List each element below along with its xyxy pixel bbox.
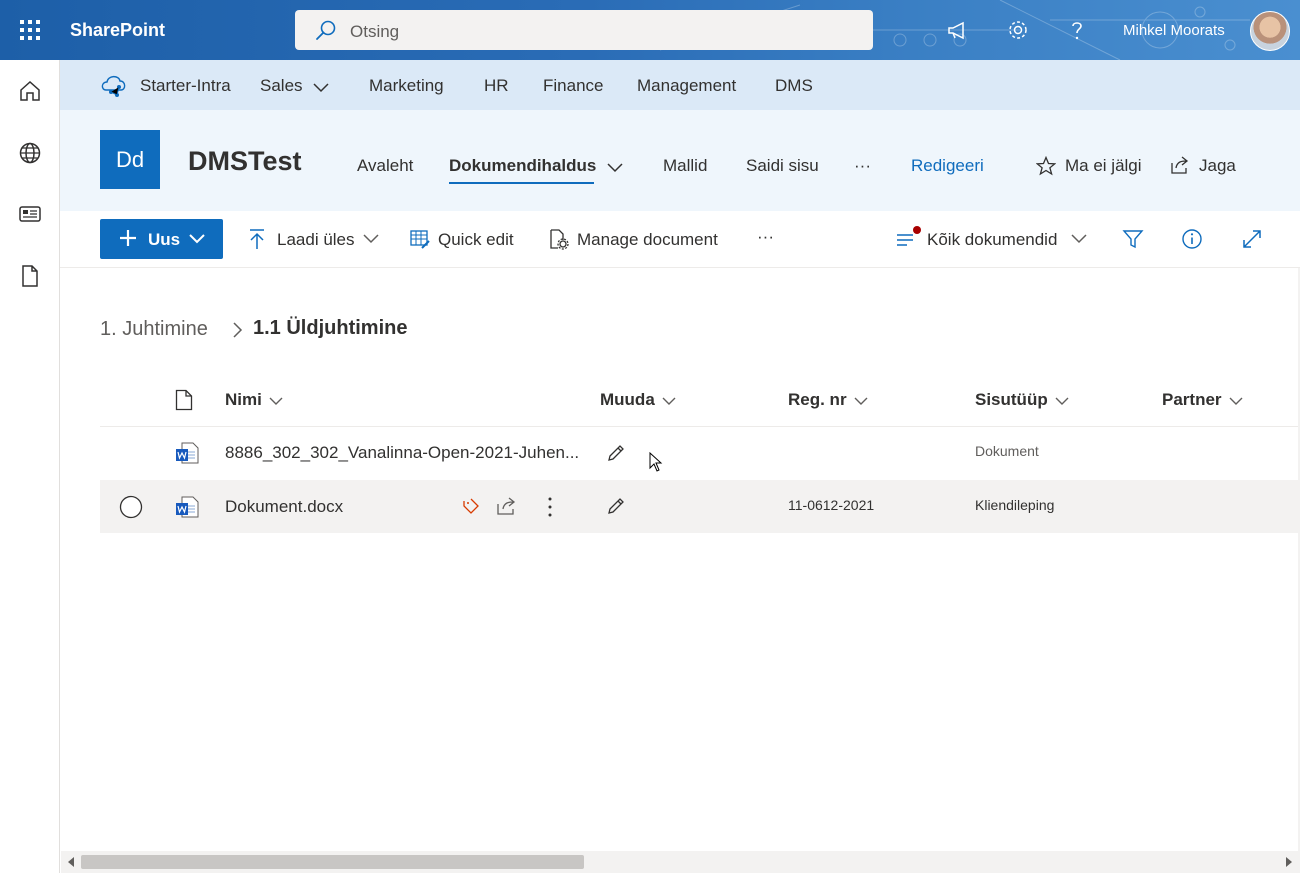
chevron-down-icon[interactable] [312, 81, 330, 93]
quick-edit-grid-icon[interactable] [409, 228, 431, 250]
column-header-muuda[interactable]: Muuda [600, 390, 677, 410]
site-logo[interactable]: Dd [100, 130, 160, 189]
share-icon[interactable] [496, 495, 518, 517]
mouse-cursor-icon [649, 452, 663, 472]
news-icon[interactable] [18, 202, 42, 226]
site-nav-saidi-sisu[interactable]: Saidi sisu [746, 156, 819, 176]
chevron-down-icon [189, 234, 205, 244]
site-nav-dokumendihaldus[interactable]: Dokumendihaldus [449, 156, 596, 176]
pencil-edit-icon[interactable] [606, 443, 626, 463]
word-document-icon [176, 442, 199, 464]
file-name-link[interactable]: Dokument.docx [225, 497, 343, 517]
star-icon[interactable] [1036, 156, 1056, 176]
file-name-link[interactable]: 8886_302_302_Vanalinna-Open-2021-Juhen..… [225, 443, 579, 463]
site-nav-avaleht[interactable]: Avaleht [357, 156, 413, 176]
settings-gear-icon[interactable] [1006, 18, 1030, 42]
breadcrumb-parent[interactable]: 1. Juhtimine [100, 318, 208, 341]
reg-nr-cell: 11-0612-2021 [788, 497, 875, 513]
column-header-label: Partner [1162, 390, 1222, 409]
chevron-down-icon[interactable] [1070, 232, 1088, 244]
help-icon[interactable] [1065, 18, 1089, 42]
hub-navigation: Starter-Intra Sales Marketing HR Finance… [60, 60, 1300, 110]
scrollbar-thumb[interactable] [81, 855, 584, 869]
row-select-checkbox[interactable] [119, 495, 143, 519]
column-header-partner[interactable]: Partner [1162, 390, 1244, 410]
suite-bar: SharePoint Otsing Mihkel Moorats [0, 0, 1300, 60]
quick-edit-button[interactable]: Quick edit [438, 230, 514, 250]
site-title[interactable]: DMSTest [188, 146, 302, 177]
hub-item-starter-intra[interactable]: Starter-Intra [140, 76, 231, 96]
hub-item-finance[interactable]: Finance [543, 76, 603, 96]
column-header-label: Nimi [225, 390, 262, 409]
chevron-down-icon [1229, 397, 1243, 405]
app-launcher-icon[interactable] [18, 18, 42, 42]
column-header-sisutuup[interactable]: Sisutüüp [975, 390, 1070, 410]
chevron-right-icon [233, 322, 243, 338]
site-nav-more[interactable]: ··· [854, 156, 871, 176]
tag-icon[interactable] [462, 497, 480, 515]
word-document-icon [176, 496, 199, 518]
hub-item-sales[interactable]: Sales [260, 76, 303, 96]
megaphone-icon[interactable] [946, 18, 970, 42]
content-type-cell: Kliendileping [975, 497, 1055, 513]
search-placeholder: Otsing [350, 22, 400, 41]
column-header-label: Reg. nr [788, 390, 847, 409]
hub-item-marketing[interactable]: Marketing [369, 76, 444, 96]
view-options-icon[interactable] [895, 225, 921, 249]
manage-document-icon[interactable] [547, 228, 569, 250]
app-bar [0, 60, 60, 873]
site-nav-mallid[interactable]: Mallid [663, 156, 707, 176]
app-name[interactable]: SharePoint [70, 20, 165, 41]
globe-icon[interactable] [18, 141, 42, 165]
new-button-label: Uus [148, 230, 181, 249]
chevron-down-icon [269, 397, 283, 405]
user-avatar[interactable] [1250, 11, 1290, 51]
hub-item-hr[interactable]: HR [484, 76, 509, 96]
search-icon [316, 20, 336, 40]
scroll-right-arrow-icon[interactable] [1285, 857, 1293, 867]
more-commands-button[interactable]: ··· [757, 227, 774, 247]
column-header-label: Muuda [600, 390, 655, 409]
view-selector[interactable]: Kõik dokumendid [927, 230, 1057, 250]
site-header: Dd DMSTest Avaleht Dokumendihaldus Malli… [60, 110, 1300, 211]
plus-icon [120, 230, 136, 246]
follow-button[interactable]: Ma ei jälgi [1065, 156, 1142, 176]
new-button[interactable]: Uus [100, 219, 223, 259]
horizontal-scrollbar[interactable] [61, 851, 1300, 873]
manage-document-button[interactable]: Manage document [577, 230, 718, 250]
info-icon[interactable] [1181, 228, 1203, 250]
share-button[interactable]: Jaga [1199, 156, 1236, 176]
file-icon[interactable] [18, 264, 42, 288]
column-header-reg-nr[interactable]: Reg. nr [788, 390, 869, 410]
cloud-network-icon[interactable] [100, 72, 128, 98]
hub-item-dms[interactable]: DMS [775, 76, 813, 96]
table-row[interactable]: Dokument.docx 11-0612-2021 Kliendileping [100, 480, 1300, 533]
home-icon[interactable] [18, 79, 42, 103]
upload-button[interactable]: Laadi üles [277, 230, 355, 250]
chevron-down-icon [662, 397, 676, 405]
chevron-down-icon[interactable] [606, 161, 624, 173]
active-tab-indicator [449, 182, 594, 184]
search-box[interactable]: Otsing [295, 10, 873, 50]
column-header-label: Sisutüüp [975, 390, 1048, 409]
content-type-cell: Dokument [975, 443, 1039, 459]
more-actions-icon[interactable] [546, 496, 554, 518]
hub-item-management[interactable]: Management [637, 76, 736, 96]
column-header-nimi[interactable]: Nimi [225, 390, 284, 410]
expand-icon[interactable] [1241, 228, 1263, 250]
breadcrumb-current: 1.1 Üldjuhtimine [253, 317, 408, 339]
chevron-down-icon [854, 397, 868, 405]
command-bar: Uus Laadi üles Quick edit Manage documen… [60, 211, 1300, 268]
pencil-edit-icon[interactable] [606, 496, 626, 516]
filter-icon[interactable] [1122, 228, 1144, 250]
share-icon[interactable] [1170, 155, 1190, 175]
user-name[interactable]: Mihkel Moorats [1123, 22, 1225, 39]
upload-icon[interactable] [247, 228, 267, 250]
table-row[interactable]: 8886_302_302_Vanalinna-Open-2021-Juhen..… [100, 427, 1300, 480]
edit-link[interactable]: Redigeeri [911, 156, 984, 176]
file-type-column-icon[interactable] [175, 389, 193, 411]
chevron-down-icon [1055, 397, 1069, 405]
chevron-down-icon[interactable] [362, 232, 380, 244]
scroll-left-arrow-icon[interactable] [67, 857, 75, 867]
